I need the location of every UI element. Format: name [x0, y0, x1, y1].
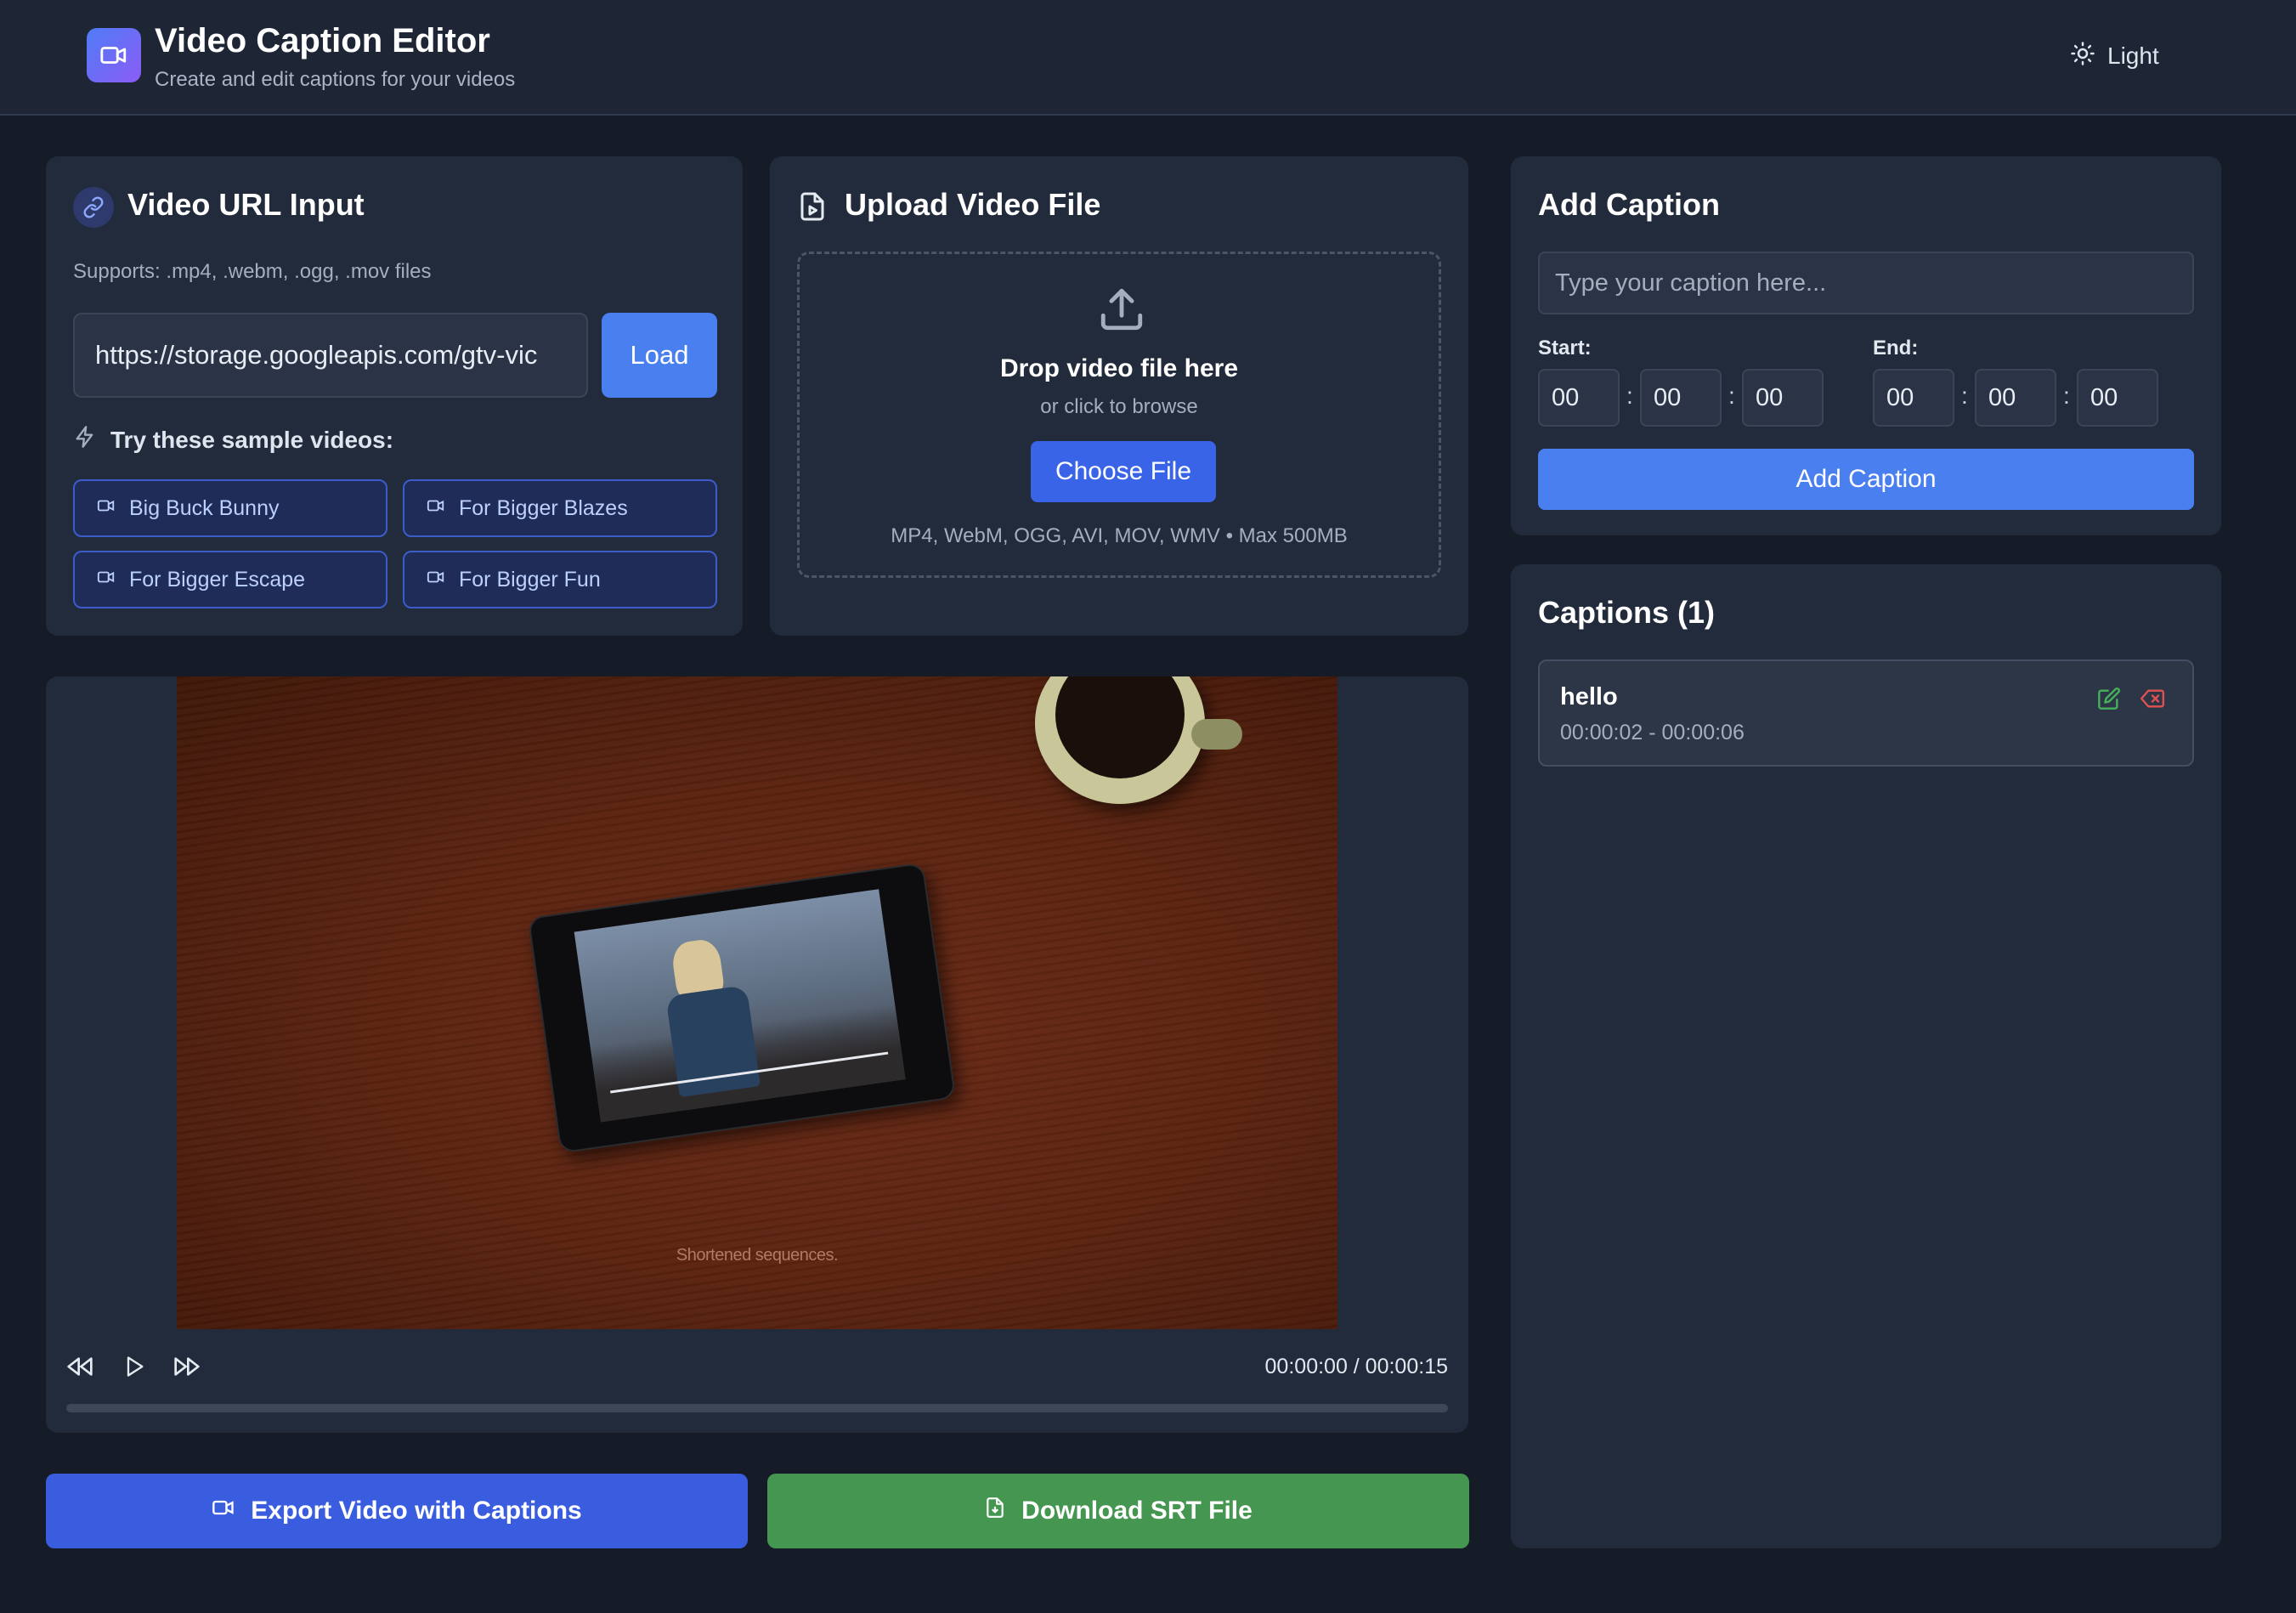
sample-videos-label: Try these sample videos: — [110, 426, 394, 453]
caption-text-input[interactable] — [1538, 252, 2194, 314]
add-caption-button[interactable]: Add Caption — [1538, 449, 2194, 510]
lightning-icon — [73, 425, 97, 455]
sun-icon — [2070, 41, 2095, 72]
app-subtitle: Create and edit captions for your videos — [155, 68, 516, 91]
file-video-icon — [797, 190, 828, 227]
video-url-panel: Video URL Input Supports: .mp4, .webm, .… — [46, 156, 743, 636]
captions-count-title: Captions (1) — [1538, 595, 1716, 630]
time-separator: : — [2063, 382, 2070, 409]
caption-list-item[interactable]: hello 00:00:02 - 00:00:06 — [1538, 659, 2194, 767]
sample-video-label: For Bigger Fun — [459, 567, 601, 591]
delete-icon[interactable] — [2140, 687, 2165, 715]
end-minutes-input[interactable] — [1975, 369, 2056, 427]
download-srt-label: Download SRT File — [1021, 1497, 1253, 1525]
link-icon — [73, 187, 114, 228]
video-icon — [427, 568, 445, 592]
panel-title: Video URL Input — [127, 187, 365, 222]
time-separator: : — [1961, 382, 1968, 409]
video-url-input[interactable] — [73, 313, 588, 398]
playback-time: 00:00:00 / 00:00:15 — [1264, 1355, 1448, 1378]
coffee-mug-graphic — [1035, 676, 1242, 812]
load-button[interactable]: Load — [602, 313, 717, 398]
rewind-icon[interactable] — [63, 1350, 97, 1384]
sample-video-label: For Bigger Blazes — [459, 495, 628, 520]
upload-icon — [1097, 285, 1146, 338]
progress-bar[interactable] — [66, 1404, 1448, 1412]
export-video-label: Export Video with Captions — [251, 1497, 582, 1525]
start-hours-input[interactable] — [1538, 369, 1620, 427]
end-seconds-input[interactable] — [2077, 369, 2158, 427]
choose-file-button[interactable]: Choose File — [1031, 441, 1216, 502]
download-srt-button[interactable]: Download SRT File — [767, 1474, 1469, 1548]
time-separator: : — [1728, 382, 1735, 409]
start-time-label: Start: — [1538, 337, 1592, 359]
end-hours-input[interactable] — [1873, 369, 1954, 427]
video-frame[interactable]: Shortened sequences. — [177, 676, 1337, 1329]
fast-forward-icon[interactable] — [170, 1350, 204, 1384]
add-caption-panel: Add Caption Start: End: : : : : Add Capt… — [1511, 156, 2221, 535]
time-separator: : — [1626, 382, 1633, 409]
export-video-button[interactable]: Export Video with Captions — [46, 1474, 748, 1548]
video-player: Shortened sequences. 00:00:00 / 00:00:15 — [46, 676, 1468, 1433]
app-header: Video Caption Editor Create and edit cap… — [0, 0, 2296, 116]
sample-video-button[interactable]: For Bigger Fun — [403, 551, 717, 608]
video-icon — [212, 1496, 235, 1526]
sample-videos-heading: Try these sample videos: — [73, 425, 393, 455]
panel-title: Upload Video File — [845, 187, 1101, 222]
theme-toggle-button[interactable]: Light — [2056, 34, 2173, 78]
panel-title: Add Caption — [1538, 187, 1720, 222]
video-overlay-text: Shortened sequences. — [676, 1246, 839, 1265]
file-download-icon — [984, 1496, 1006, 1526]
video-icon — [97, 568, 116, 592]
video-dropzone[interactable]: Drop video file here or click to browse … — [797, 252, 1441, 578]
start-seconds-input[interactable] — [1742, 369, 1824, 427]
video-camera-logo-icon — [87, 28, 141, 82]
edit-icon[interactable] — [2097, 687, 2121, 715]
accepted-formats-text: MP4, WebM, OGG, AVI, MOV, WMV • Max 500M… — [891, 524, 1348, 547]
captions-list-panel: Captions (1) hello 00:00:02 - 00:00:06 — [1511, 564, 2221, 1548]
sample-video-label: For Bigger Escape — [129, 567, 306, 591]
start-minutes-input[interactable] — [1640, 369, 1722, 427]
caption-time-range: 00:00:02 - 00:00:06 — [1560, 721, 1745, 744]
video-icon — [427, 496, 445, 521]
end-time-label: End: — [1873, 337, 1919, 359]
video-icon — [97, 496, 116, 521]
browse-text: or click to browse — [1040, 395, 1198, 418]
drop-text: Drop video file here — [999, 354, 1239, 382]
supported-formats-text: Supports: .mp4, .webm, .ogg, .mov files — [73, 260, 432, 283]
app-title: Video Caption Editor — [155, 22, 490, 59]
sample-video-button[interactable]: For Bigger Escape — [73, 551, 387, 608]
caption-text: hello — [1560, 683, 1618, 710]
play-icon[interactable] — [117, 1350, 151, 1384]
sample-video-label: Big Buck Bunny — [129, 495, 280, 520]
theme-toggle-label: Light — [2107, 42, 2159, 69]
sample-video-button[interactable]: For Bigger Blazes — [403, 479, 717, 537]
sample-video-button[interactable]: Big Buck Bunny — [73, 479, 387, 537]
upload-video-panel: Upload Video File Drop video file here o… — [770, 156, 1468, 636]
